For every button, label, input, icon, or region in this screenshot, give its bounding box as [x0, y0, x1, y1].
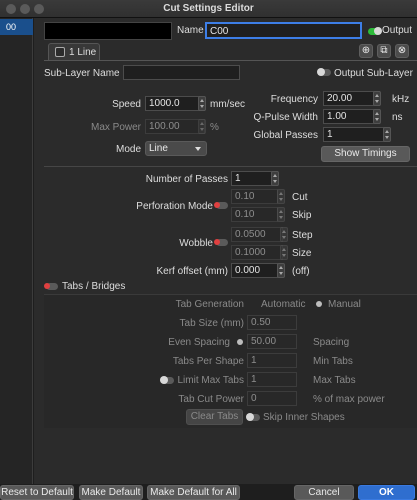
max-power-unit: %: [210, 122, 219, 133]
show-timings-button[interactable]: Show Timings: [321, 146, 410, 162]
speed-label: Speed: [112, 99, 141, 110]
mode-select[interactable]: Line: [145, 141, 207, 156]
output-sublayer-label: Output Sub-Layer: [334, 68, 413, 79]
spacing-input[interactable]: 50.00: [247, 334, 297, 349]
frequency-unit: kHz: [392, 94, 410, 105]
max-power-label: Max Power: [90, 122, 141, 133]
tab-cut-power-input[interactable]: 0: [247, 391, 297, 406]
speed-stepper[interactable]: [198, 96, 206, 111]
skip-inner-shapes-label: Skip Inner Shapes: [263, 412, 345, 423]
wobble-step-stepper[interactable]: [280, 227, 288, 242]
limit-max-tabs-label: Limit Max Tabs: [177, 375, 244, 386]
tabs-bridges-label: Tabs / Bridges: [62, 281, 126, 292]
wobble-step-input[interactable]: 0.0500: [231, 227, 283, 242]
frequency-input[interactable]: 20.00: [323, 91, 380, 106]
wobble-step-unit: Step: [292, 230, 313, 241]
tab-label: 1 Line: [69, 47, 97, 58]
global-passes-label: Global Passes: [253, 130, 318, 141]
layer-color-name-display: [44, 22, 172, 40]
q-pulse-label: Q-Pulse Width: [253, 112, 318, 123]
global-passes-input[interactable]: 1: [323, 127, 390, 142]
automatic-label: Automatic: [261, 299, 306, 310]
layer-list[interactable]: [0, 18, 33, 484]
name-input[interactable]: C00: [205, 22, 362, 39]
tab-cut-power-label: Tab Cut Power: [178, 394, 244, 405]
perforation-cut-input[interactable]: 0.10: [231, 189, 278, 204]
layer-list-item[interactable]: 00: [0, 19, 33, 35]
tab-generation-label: Tab Generation: [175, 299, 244, 310]
wobble-size-input[interactable]: 0.1000: [231, 245, 283, 260]
perforation-skip-unit: Skip: [292, 210, 312, 221]
wobble-label: Wobble: [179, 238, 213, 249]
spacing-unit: Spacing: [313, 337, 350, 348]
tab-divider: [44, 60, 417, 61]
kerf-offset-stepper[interactable]: [277, 263, 285, 278]
perforation-cut-stepper[interactable]: [277, 189, 285, 204]
max-tabs-unit: Max Tabs: [313, 375, 356, 386]
perforation-skip-input[interactable]: 0.10: [231, 207, 278, 222]
tabs-bridges-toggle[interactable]: [44, 283, 58, 290]
sublayer-name-input[interactable]: [123, 65, 240, 80]
skip-inner-shapes-toggle[interactable]: [246, 413, 260, 421]
output-toggle[interactable]: [368, 27, 382, 35]
number-of-passes-stepper[interactable]: [271, 171, 279, 186]
speed-input[interactable]: 1000.0: [145, 96, 205, 111]
add-sublayer-button[interactable]: ⊕: [359, 44, 373, 58]
tab-1-line[interactable]: 1 Line: [48, 43, 100, 60]
q-pulse-input[interactable]: 1.00: [323, 109, 380, 124]
tabs-per-shape-input[interactable]: 1: [247, 353, 297, 368]
manual-label: Manual: [328, 299, 361, 310]
global-passes-stepper[interactable]: [383, 127, 391, 142]
make-default-button[interactable]: Make Default: [79, 485, 143, 500]
perforation-cut-unit: Cut: [292, 192, 308, 203]
perforation-skip-stepper[interactable]: [277, 207, 285, 222]
max-power-stepper[interactable]: [198, 119, 206, 134]
perforation-mode-toggle[interactable]: [214, 202, 228, 209]
wobble-size-stepper[interactable]: [280, 245, 288, 260]
limit-max-tabs-toggle[interactable]: [160, 376, 174, 384]
tab-size-input[interactable]: 0.50: [247, 315, 297, 330]
plus-icon: ⊕: [361, 45, 371, 56]
copy-icon: ⧉: [380, 45, 388, 56]
wobble-toggle[interactable]: [214, 239, 228, 246]
cancel-button[interactable]: Cancel: [294, 485, 354, 500]
copy-sublayer-button[interactable]: ⧉: [377, 44, 391, 58]
delete-sublayer-button[interactable]: ⊗: [395, 44, 409, 58]
kerf-offset-input[interactable]: 0.000: [231, 263, 278, 278]
output-sublayer-toggle[interactable]: [317, 68, 331, 76]
max-power-input[interactable]: 100.00: [145, 119, 205, 134]
q-pulse-unit: ns: [392, 112, 403, 123]
reset-to-default-button[interactable]: Reset to Default: [0, 485, 74, 500]
close-icon: ⊗: [397, 45, 407, 56]
wobble-size-unit: Size: [292, 248, 312, 259]
even-spacing-label: Even Spacing: [168, 337, 230, 348]
divider: [44, 166, 417, 167]
ok-button[interactable]: OK: [358, 485, 415, 500]
kerf-offset-label: Kerf offset (mm): [156, 266, 229, 277]
tab-checkbox[interactable]: [55, 47, 65, 57]
output-label: Output: [382, 25, 413, 36]
clear-tabs-button[interactable]: Clear Tabs: [186, 409, 243, 425]
limit-max-tabs-input[interactable]: 1: [247, 372, 297, 387]
q-pulse-stepper[interactable]: [373, 109, 381, 124]
even-spacing-radio[interactable]: [237, 339, 243, 345]
make-default-for-all-button[interactable]: Make Default for All: [147, 485, 240, 500]
title-bar: Cut Settings Editor: [0, 0, 417, 18]
window-title: Cut Settings Editor: [163, 3, 254, 14]
tab-cut-power-unit: % of max power: [313, 394, 385, 405]
perforation-mode-label: Perforation Mode: [136, 201, 213, 212]
min-tabs-unit: Min Tabs: [313, 356, 353, 367]
speed-unit: mm/sec: [210, 99, 245, 110]
sublayer-name-label: Sub-Layer Name: [44, 68, 120, 79]
tab-size-label: Tab Size (mm): [179, 318, 244, 329]
kerf-offset-unit: (off): [292, 266, 310, 277]
tabs-per-shape-label: Tabs Per Shape: [172, 356, 244, 367]
frequency-label: Frequency: [270, 94, 318, 105]
number-of-passes-label: Number of Passes: [145, 174, 228, 185]
mode-label: Mode: [115, 144, 141, 155]
tab-generation-radio[interactable]: [316, 301, 322, 307]
name-label: Name: [177, 25, 204, 36]
frequency-stepper[interactable]: [373, 91, 381, 106]
